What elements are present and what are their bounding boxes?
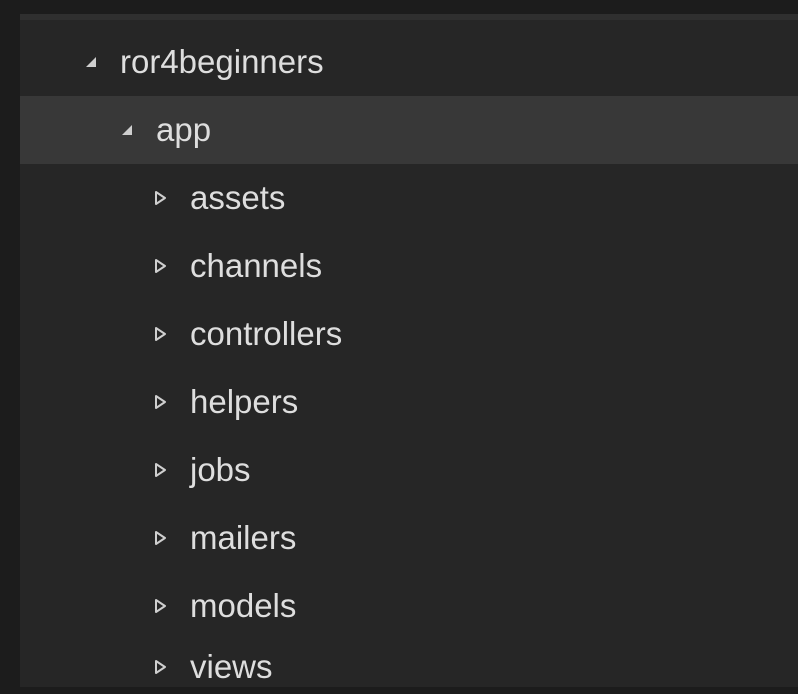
triangle-right-icon[interactable] [154,531,168,545]
triangle-right-icon[interactable] [154,259,168,273]
tree-item-channels-folder[interactable]: channels [20,232,798,300]
triangle-right-icon[interactable] [154,463,168,477]
tree-item-label: mailers [190,519,297,556]
triangle-right-icon[interactable] [154,599,168,613]
tree-item-label: channels [190,247,323,284]
tree-item-root-folder[interactable]: ror4beginners [20,28,798,96]
tree-item-assets-folder[interactable]: assets [20,164,798,232]
tree-item-mailers-folder[interactable]: mailers [20,504,798,572]
tree-item-label: ror4beginners [120,43,324,80]
tree-item-label: views [190,648,273,685]
triangle-right-icon[interactable] [154,660,168,674]
tree-item-app-folder[interactable]: app [20,96,798,164]
tree-item-label: controllers [190,315,343,352]
tree-item-label: helpers [190,383,299,420]
tree-item-label: assets [190,179,286,216]
triangle-right-icon[interactable] [154,191,168,205]
triangle-right-icon[interactable] [154,327,168,341]
triangle-down-icon[interactable] [84,55,98,69]
tree-item-jobs-folder[interactable]: jobs [20,436,798,504]
triangle-right-icon[interactable] [154,395,168,409]
tree-item-label: jobs [190,451,251,488]
tree-item-controllers-folder[interactable]: controllers [20,300,798,368]
tree-item-views-folder[interactable]: views [20,640,798,693]
tree-item-label: app [156,111,212,148]
triangle-down-icon[interactable] [120,123,134,137]
tree-item-helpers-folder[interactable]: helpers [20,368,798,436]
tree-item-label: models [190,587,297,624]
editor-window: ror4beginners app assets channels contro… [0,0,798,687]
tree-item-models-folder[interactable]: models [20,572,798,640]
file-explorer-panel: ror4beginners app assets channels contro… [20,14,798,687]
